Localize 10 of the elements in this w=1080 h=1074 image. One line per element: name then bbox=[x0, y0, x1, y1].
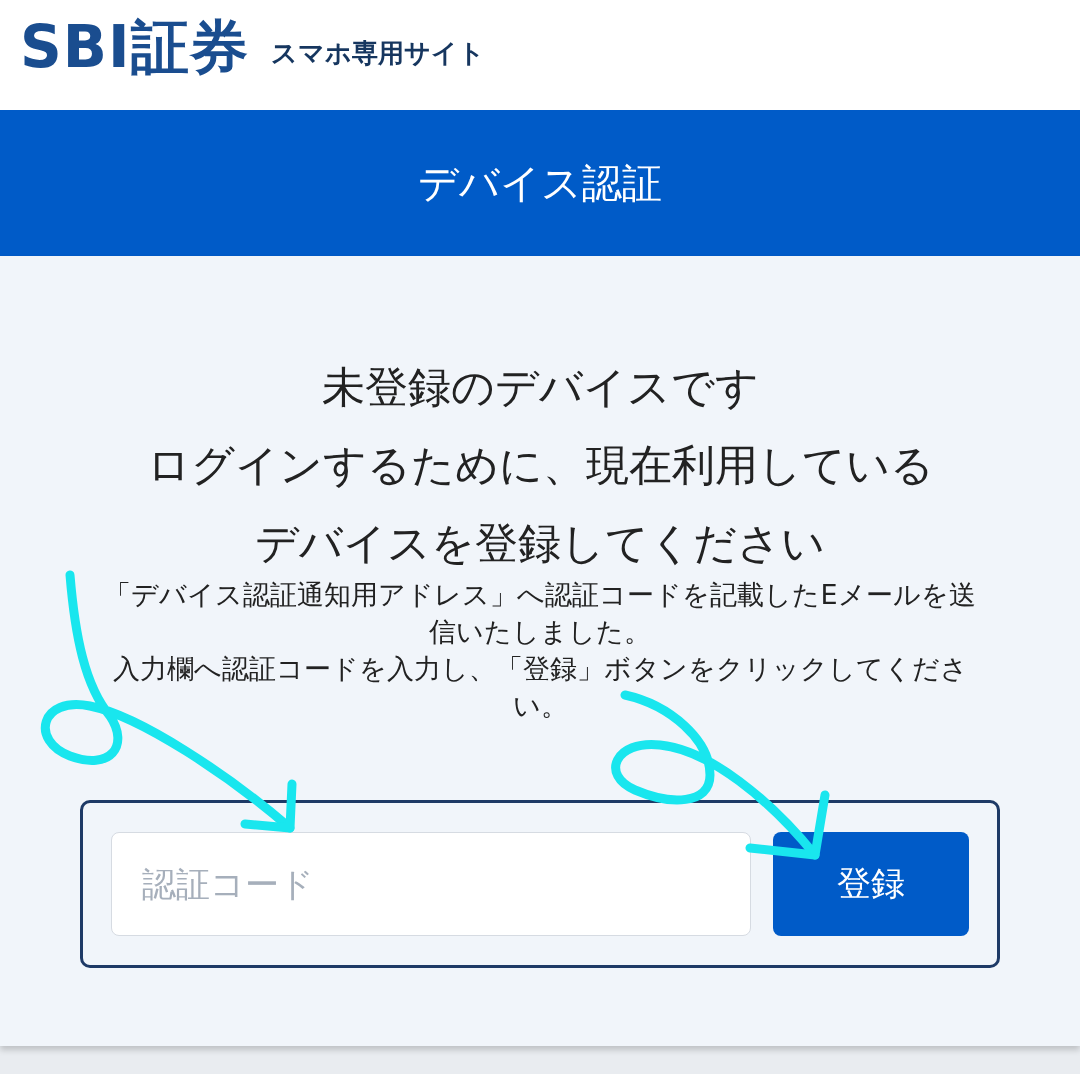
instruction-text: 入力欄へ認証コードを入力し、「登録」ボタンをクリックしてください。 bbox=[111, 652, 969, 723]
headline-text: ログインするために、現在利用している bbox=[146, 439, 934, 492]
instruction-text: 「デバイス認証通知用アドレス」へ認証コードを記載したEメールを送信いたしました。 bbox=[103, 578, 977, 649]
site-subtitle: スマホ専用サイト bbox=[270, 36, 485, 70]
headline-text: デバイスを登録してください bbox=[255, 517, 825, 570]
register-button[interactable]: 登録 bbox=[773, 832, 969, 936]
code-input-field[interactable]: 認証コード bbox=[111, 832, 751, 936]
logo: SBI証券 bbox=[20, 12, 249, 83]
page-title: デバイス認証 bbox=[418, 158, 662, 208]
headline-text: 未登録のデバイスです bbox=[321, 361, 759, 414]
